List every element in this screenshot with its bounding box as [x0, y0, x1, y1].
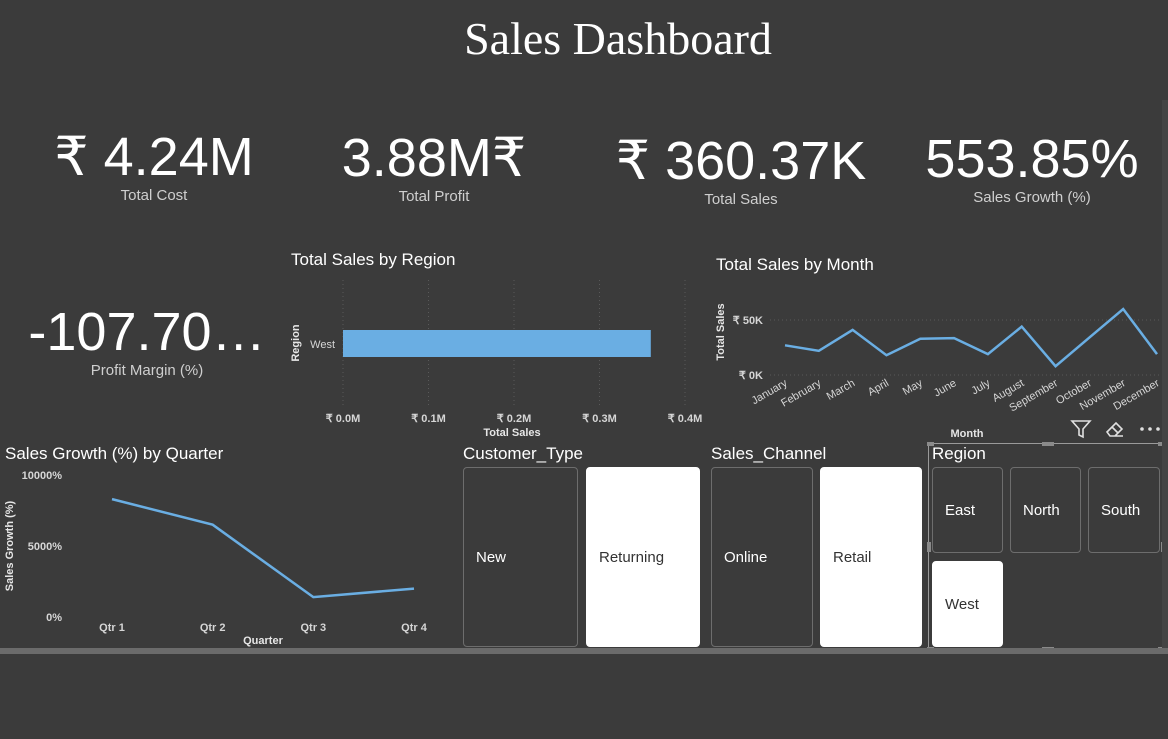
quarter-line-chart[interactable]: 0% 5000% 10000% Qtr 1 Qtr 2 Qtr 3 Qtr 4 Quarter…	[0, 462, 455, 648]
kpi-total-cost: ₹ 4.24M Total Cost	[40, 130, 268, 204]
x-tick-label: ₹ 0.4M	[668, 413, 703, 425]
visual-toolbar	[1068, 418, 1164, 442]
x-axis-title: Month	[951, 428, 984, 440]
x-axis-title: Total Sales	[483, 427, 540, 439]
kpi-value: ₹ 4.24M	[54, 127, 254, 187]
y-tick-label: 5000%	[28, 541, 62, 553]
filter-icon[interactable]	[1070, 418, 1092, 440]
slicer-tile-new[interactable]: New	[463, 467, 578, 647]
x-tick-label: Qtr 4	[401, 622, 428, 634]
kpi-total-profit: 3.88M₹ Total Profit	[322, 131, 546, 205]
slicer-tile-retail[interactable]: Retail	[820, 467, 922, 647]
x-tick-label: ₹ 0.0M	[326, 413, 361, 425]
region-slicer-title: Region	[932, 444, 986, 463]
series-line	[784, 307, 1159, 368]
slicer-tile-online[interactable]: Online	[711, 467, 813, 647]
x-tick-label: ₹ 0.3M	[582, 413, 617, 425]
slicer-tile-east[interactable]: East	[932, 467, 1003, 553]
x-tick-label: March	[825, 377, 857, 403]
x-tick-label: Qtr 3	[300, 622, 326, 634]
month-chart-title: Total Sales by Month	[716, 255, 874, 274]
kpi-total-sales: ₹ 360.37K Total Sales	[606, 134, 876, 208]
region-chart-title: Total Sales by Region	[291, 250, 456, 269]
x-tick-label: June	[932, 377, 959, 399]
kpi-label: Total Sales	[704, 191, 778, 208]
y-tick-label: 0%	[46, 612, 62, 624]
slicer-tile-returning[interactable]: Returning	[586, 467, 700, 647]
kpi-value: 3.88M₹	[341, 128, 527, 188]
kpi-value: -107.70…	[28, 302, 266, 362]
slicer-tile-south[interactable]: South	[1088, 467, 1160, 553]
kpi-label: Sales Growth (%)	[973, 189, 1091, 206]
x-tick-label: ₹ 0.2M	[497, 413, 532, 425]
customer-type-slicer-title: Customer_Type	[463, 444, 583, 463]
y-tick-label: West	[310, 339, 335, 351]
slicer-tile-west[interactable]: West	[932, 561, 1003, 647]
y-axis-title: Region	[290, 324, 302, 362]
slicer-tile-north[interactable]: North	[1010, 467, 1081, 553]
x-tick-label: Qtr 2	[200, 622, 226, 634]
y-axis-title: Sales Growth (%)	[4, 500, 16, 591]
kpi-label: Total Cost	[120, 187, 188, 204]
kpi-profit-margin: -107.70… Profit Margin (%)	[22, 305, 272, 379]
x-tick-label: April	[866, 377, 891, 398]
canvas-bottom-edge	[0, 648, 1168, 654]
sales-channel-slicer-title: Sales_Channel	[711, 444, 827, 463]
kpi-sales-growth: 553.85% Sales Growth (%)	[918, 132, 1146, 206]
x-tick-label: July	[969, 377, 992, 397]
y-tick-label: ₹ 50K	[733, 315, 763, 327]
x-tick-label: ₹ 0.1M	[411, 413, 446, 425]
x-axis-title: Quarter	[243, 635, 283, 647]
x-tick-label: May	[901, 377, 925, 398]
region-bar-chart[interactable]: ₹ 0.0M ₹ 0.1M ₹ 0.2M ₹ 0.3M ₹ 0.4M Total Sale…	[280, 275, 720, 440]
series-line	[111, 497, 415, 599]
bar-west	[343, 330, 651, 357]
dashboard-title: Sales Dashboard	[464, 13, 772, 64]
y-tick-label: 10000%	[22, 470, 63, 482]
kpi-label: Profit Margin (%)	[90, 362, 204, 379]
eraser-icon[interactable]	[1104, 418, 1126, 440]
y-axis-title: Total Sales	[715, 303, 727, 360]
quarter-chart-title: Sales Growth (%) by Quarter	[5, 444, 224, 463]
kpi-value: 553.85%	[925, 129, 1139, 189]
kpi-label: Total Profit	[398, 188, 470, 205]
x-tick-label: Qtr 1	[99, 622, 125, 634]
kpi-value: ₹ 360.37K	[615, 131, 867, 191]
more-options-icon[interactable]	[1138, 418, 1162, 440]
vertical-scrollbar[interactable]	[1162, 100, 1168, 648]
y-tick-label: ₹ 0K	[739, 370, 763, 382]
